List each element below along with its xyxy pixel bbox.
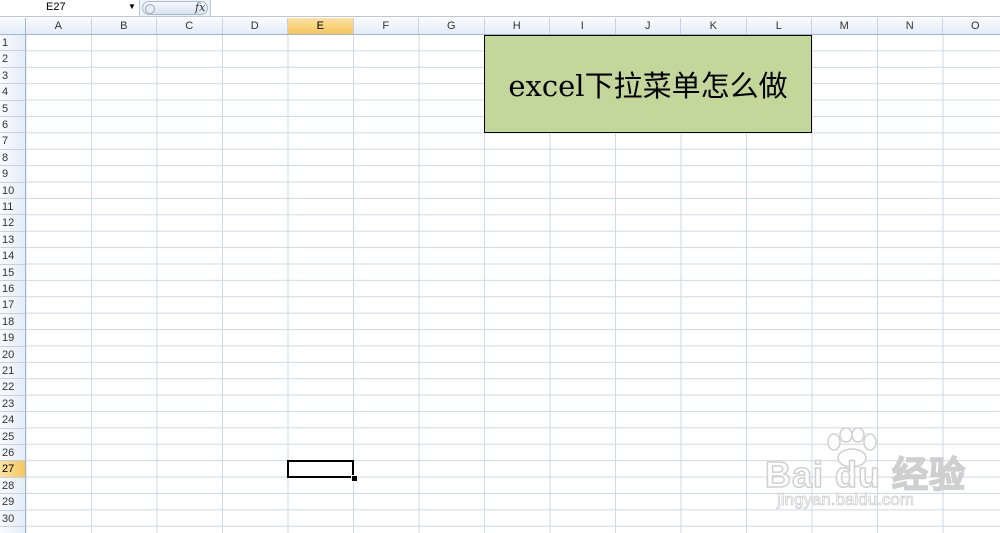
column-header-b[interactable]: B: [92, 18, 157, 34]
column-header-d[interactable]: D: [223, 18, 288, 34]
name-box[interactable]: E27 ▼: [0, 0, 140, 16]
row-header-26[interactable]: 26: [0, 445, 25, 462]
column-header-j[interactable]: J: [616, 18, 681, 34]
watermark-url: jingyan.baidu.com: [777, 490, 915, 510]
row-header-7[interactable]: 7: [0, 133, 25, 150]
row-header-6[interactable]: 6: [0, 117, 25, 134]
column-header-a[interactable]: A: [26, 18, 92, 34]
row-header-12[interactable]: 12: [0, 215, 25, 232]
row-header-16[interactable]: 16: [0, 281, 25, 298]
row-header-18[interactable]: 18: [0, 314, 25, 331]
row-header-14[interactable]: 14: [0, 248, 25, 265]
chevron-down-icon[interactable]: ▼: [128, 2, 136, 11]
row-header-13[interactable]: 13: [0, 232, 25, 249]
column-header-o[interactable]: O: [943, 18, 1000, 34]
row-header-19[interactable]: 19: [0, 330, 25, 347]
row-header-9[interactable]: 9: [0, 166, 25, 183]
expand-formula-icon[interactable]: [145, 4, 155, 14]
row-header-15[interactable]: 15: [0, 265, 25, 281]
select-all-corner[interactable]: [0, 18, 26, 34]
column-header-g[interactable]: G: [419, 18, 485, 34]
row-header-23[interactable]: 23: [0, 396, 25, 413]
active-cell[interactable]: [287, 460, 354, 478]
row-header-5[interactable]: 5: [0, 101, 25, 117]
column-header-n[interactable]: N: [878, 18, 943, 34]
row-header-28[interactable]: 28: [0, 478, 25, 495]
formula-bar: E27 ▼ fx: [0, 0, 1000, 17]
row-header-20[interactable]: 20: [0, 347, 25, 363]
row-header-29[interactable]: 29: [0, 494, 25, 511]
row-header-4[interactable]: 4: [0, 84, 25, 101]
column-header-l[interactable]: L: [747, 18, 812, 34]
column-header-c[interactable]: C: [157, 18, 223, 34]
name-box-value: E27: [46, 1, 66, 13]
column-header-i[interactable]: I: [550, 18, 616, 34]
row-header-24[interactable]: 24: [0, 412, 25, 429]
baidu-watermark: Bai du 经验 jingyan.baidu.com: [764, 428, 995, 512]
fill-handle[interactable]: [351, 475, 358, 482]
row-header-11[interactable]: 11: [0, 199, 25, 216]
column-header-k[interactable]: K: [681, 18, 747, 34]
row-header-25[interactable]: 25: [0, 429, 25, 445]
formula-input[interactable]: [210, 0, 1000, 16]
row-header-22[interactable]: 22: [0, 379, 25, 396]
column-header-m[interactable]: M: [812, 18, 878, 34]
row-header-8[interactable]: 8: [0, 150, 25, 167]
column-header-h[interactable]: H: [485, 18, 550, 34]
insert-function-button[interactable]: fx: [142, 1, 208, 15]
row-header-10[interactable]: 10: [0, 183, 25, 199]
row-header-30[interactable]: 30: [0, 511, 25, 527]
row-header-1[interactable]: 1: [0, 35, 25, 52]
column-header-e[interactable]: E: [288, 18, 354, 34]
column-header-f[interactable]: F: [354, 18, 419, 34]
row-header-3[interactable]: 3: [0, 68, 25, 85]
row-header-27[interactable]: 27: [0, 461, 25, 478]
title-cell-text: excel下拉菜单怎么做: [508, 69, 788, 103]
merged-title-cell[interactable]: excel下拉菜单怎么做: [484, 35, 812, 133]
column-header-row: ABCDEFGHIJKLMNO: [0, 18, 1000, 35]
fx-icon: fx: [195, 1, 206, 14]
row-header-17[interactable]: 17: [0, 297, 25, 314]
row-header-21[interactable]: 21: [0, 363, 25, 380]
row-header-column: 1 2 3 4 5 6 7 8 9 10 11 12 13 14 15 16 17 18 19 20 21 22 23 24 2…: [0, 35, 26, 533]
row-header-2[interactable]: 2: [0, 51, 25, 68]
